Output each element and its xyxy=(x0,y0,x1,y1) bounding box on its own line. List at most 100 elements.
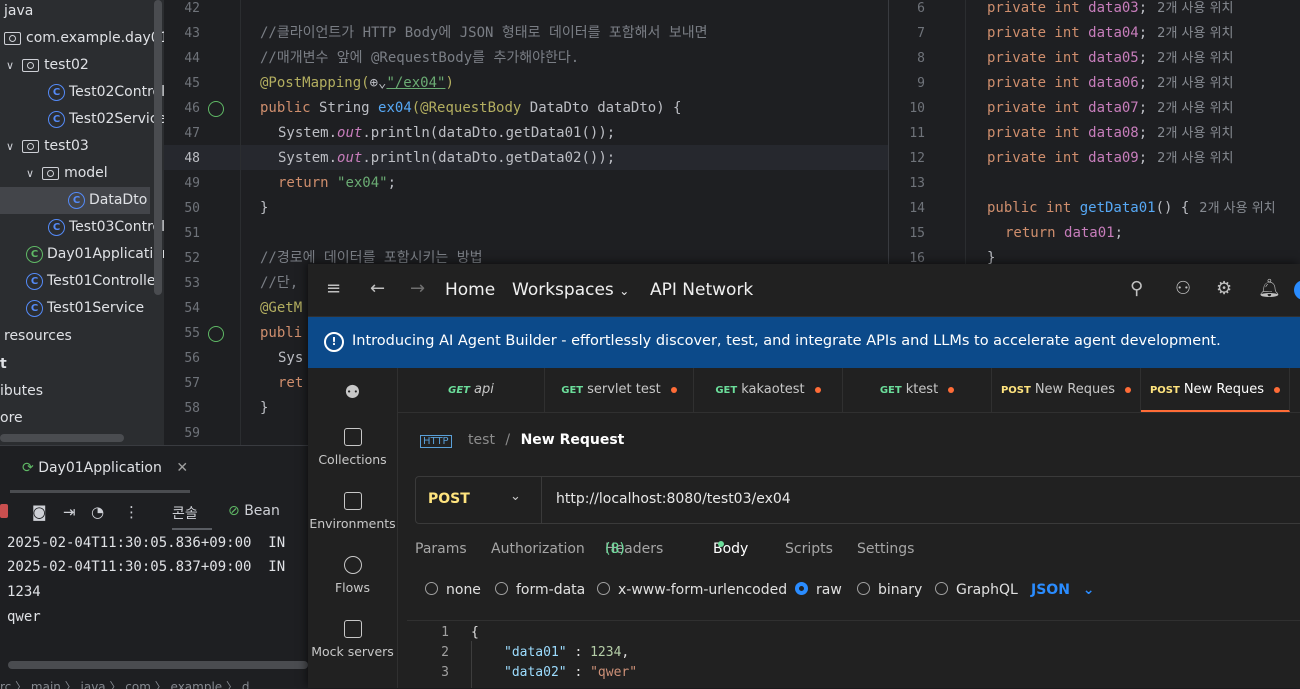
format-select[interactable]: JSON ⌄ xyxy=(1031,582,1095,598)
tab-get-kakaotest[interactable]: GET kakaotest xyxy=(694,368,843,412)
tab-get-api[interactable]: GET api xyxy=(398,368,545,412)
navigation-breadcrumb[interactable]: rc 〉 main 〉 java 〉 com 〉 example 〉 d xyxy=(0,678,249,689)
line-number: 6 xyxy=(917,1,925,16)
user-icon[interactable]: ⚉ xyxy=(308,382,397,403)
tab-params[interactable]: Params xyxy=(415,541,467,557)
exit-icon[interactable]: ⇥ xyxy=(63,503,76,521)
tree-item-partial-1[interactable]: t xyxy=(0,351,7,378)
gutter-separator xyxy=(240,0,241,445)
postman-window: ≡ ← → Home Workspaces ⌄ API Network ⚲ ⚇ … xyxy=(308,264,1300,688)
line-number: 56 xyxy=(184,351,200,366)
request-breadcrumb: HTTP test / New Request xyxy=(420,432,624,448)
code-line-return: return data01; xyxy=(1005,225,1124,241)
json-line-2: "data01" : 1234, xyxy=(504,645,630,660)
console-line: qwer xyxy=(7,609,41,625)
json-line-3: "data02" : "qwer" xyxy=(504,665,638,680)
request-name[interactable]: New Request xyxy=(521,432,625,448)
chevron-down-icon[interactable]: ∨ xyxy=(6,59,14,72)
tree-item-day01application[interactable]: C Day01Application xyxy=(26,241,164,268)
chevron-down-icon[interactable]: ⌄ xyxy=(510,489,521,504)
camera-icon[interactable]: ◙ xyxy=(32,503,47,521)
tree-item-test01service[interactable]: C Test01Service xyxy=(26,295,144,322)
run-gutter-icon[interactable] xyxy=(208,101,224,117)
tree-item-java[interactable]: java xyxy=(4,0,33,25)
search-icon[interactable]: ⚲ xyxy=(1130,278,1143,299)
avatar[interactable] xyxy=(1294,280,1300,300)
tab-authorization[interactable]: Authorization xyxy=(491,541,585,557)
gear-icon[interactable]: ⚙ xyxy=(1216,278,1232,299)
package-icon xyxy=(42,166,60,180)
radio-none[interactable]: none xyxy=(425,582,481,598)
banner-text[interactable]: Introducing AI Agent Builder - effortles… xyxy=(352,333,1221,349)
tree-item-model[interactable]: ∨ model xyxy=(26,160,108,187)
run-tab-day01application[interactable]: ⟳ Day01Application ✕ xyxy=(22,460,188,476)
tab-post-new-request[interactable]: POST New Reques xyxy=(992,368,1141,412)
nav-api-network[interactable]: API Network xyxy=(650,280,753,300)
sidebar-item-flows[interactable]: Flows xyxy=(308,556,397,595)
chevron-down-icon[interactable]: ∨ xyxy=(26,167,34,180)
gauge-icon[interactable]: ◔ xyxy=(91,503,104,521)
url-input[interactable]: http://localhost:8080/test03/ex04 xyxy=(556,491,791,507)
tree-item-test02[interactable]: ∨ test02 xyxy=(6,52,89,79)
sidebar-item-environments[interactable]: Environments xyxy=(308,492,397,531)
environments-icon xyxy=(343,492,362,510)
radio-form-data[interactable]: form-data xyxy=(495,582,585,598)
tab-scripts[interactable]: Scripts xyxy=(785,541,833,557)
radio-urlencoded[interactable]: x-www-form-urlencoded xyxy=(597,582,787,598)
line-number: 46 xyxy=(184,101,200,116)
postman-header: ≡ ← → Home Workspaces ⌄ API Network ⚲ ⚇ … xyxy=(308,264,1300,317)
tree-item-package[interactable]: com.example.day01 xyxy=(4,25,164,52)
run-gutter-icon[interactable] xyxy=(208,326,224,342)
tree-item-datadto[interactable]: C DataDto xyxy=(0,187,150,214)
invite-user-icon[interactable]: ⚇ xyxy=(1175,278,1191,299)
code-editor-datadto[interactable]: 6 7 8 9 10 11 12 13 14 15 16 private int data03; 2개… xyxy=(888,0,1300,264)
sidebar-item-mock-servers[interactable]: Mock servers xyxy=(308,620,397,659)
menu-icon[interactable]: ≡ xyxy=(326,278,341,299)
tree-scrollbar[interactable] xyxy=(154,0,162,295)
console-horizontal-scrollbar[interactable] xyxy=(8,661,308,669)
bean-tab[interactable]: ⊘ Bean xyxy=(228,503,280,519)
code-line-45: @PostMapping(⊕⌄"/ex04") xyxy=(260,75,454,91)
spring-boot-class-icon: C xyxy=(26,245,43,263)
console-tab[interactable]: 콘솔 xyxy=(172,503,198,523)
bell-icon[interactable]: 🔔︎ xyxy=(1258,278,1281,299)
nav-workspaces[interactable]: Workspaces ⌄ xyxy=(512,280,629,300)
json-line-1: { xyxy=(471,625,479,640)
tree-item-partial-3[interactable]: ore xyxy=(0,405,23,432)
line-number: 15 xyxy=(909,226,925,241)
tab-get-servlet-test[interactable]: GET servlet test xyxy=(545,368,694,412)
radio-binary[interactable]: binary xyxy=(857,582,922,598)
tree-item-test01controller[interactable]: C Test01Controller xyxy=(26,268,161,295)
nav-home[interactable]: Home xyxy=(445,280,495,300)
line-number: 2 xyxy=(441,645,449,660)
line-number: 16 xyxy=(909,251,925,264)
line-number: 3 xyxy=(441,665,449,680)
sidebar-item-collections[interactable]: Collections xyxy=(308,428,397,467)
line-number: 7 xyxy=(917,26,925,41)
radio-raw[interactable]: raw xyxy=(795,582,842,598)
tree-item-test03[interactable]: ∨ test03 xyxy=(6,133,89,160)
more-icon[interactable]: ⋮ xyxy=(124,503,139,521)
forward-arrow-icon[interactable]: → xyxy=(410,278,425,299)
line-number: 49 xyxy=(184,176,200,191)
tab-settings[interactable]: Settings xyxy=(857,541,914,557)
tree-item-test03controller[interactable]: CTest03Controller xyxy=(48,214,164,241)
tab-get-ktest[interactable]: GET ktest xyxy=(843,368,992,412)
tree-horizontal-scrollbar[interactable] xyxy=(0,434,124,442)
tab-post-new-request-active[interactable]: POST New Reques xyxy=(1141,368,1290,412)
tree-item-partial-2[interactable]: ibutes xyxy=(0,378,43,405)
radio-graphql[interactable]: GraphQL xyxy=(935,582,1018,598)
back-arrow-icon[interactable]: ← xyxy=(370,278,385,299)
tree-item-test02service[interactable]: C Test02Service xyxy=(48,106,164,133)
breadcrumb-collection[interactable]: test xyxy=(468,432,495,448)
tree-item-test02controller[interactable]: CTest02Controller xyxy=(48,79,164,106)
tree-item-resources[interactable]: resources xyxy=(4,323,72,350)
body-editor[interactable]: 1 2 3 { "data01" : 1234, "data02" : "qwe… xyxy=(407,620,1300,688)
console-line: 1234 xyxy=(7,584,41,600)
stop-icon[interactable] xyxy=(0,504,8,518)
project-tree: java com.example.day01 ∨ test02 C Test02Co… xyxy=(0,0,164,445)
field-declaration: private int data04; 2개 사용 위치 xyxy=(987,25,1234,41)
close-icon[interactable]: ✕ xyxy=(176,460,188,476)
method-select[interactable]: POST xyxy=(428,491,470,507)
chevron-down-icon[interactable]: ∨ xyxy=(6,140,14,153)
